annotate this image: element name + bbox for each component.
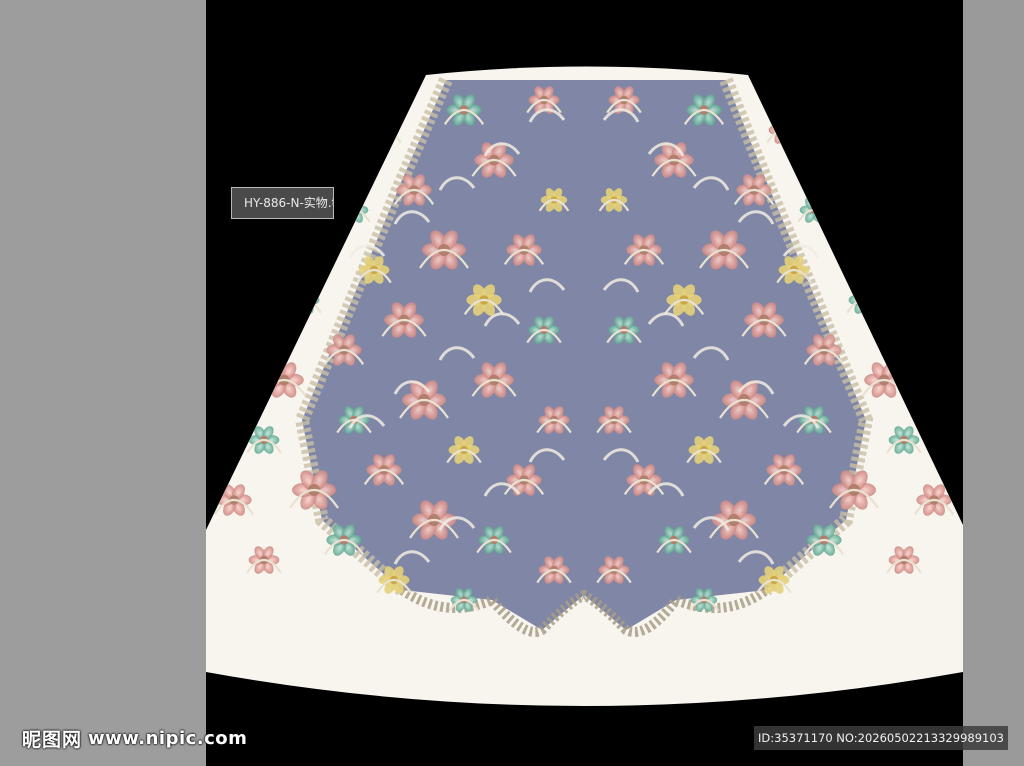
site-watermark: 昵图网 www.nipic.com [22, 724, 247, 752]
right-workspace-panel [963, 0, 1024, 766]
floral-motif [948, 458, 963, 482]
floral-motif [206, 458, 220, 482]
floral-motif [928, 398, 960, 422]
skirt-pattern-artwork [206, 66, 963, 706]
floral-motif [238, 308, 270, 332]
site-name: 昵图网 [22, 728, 83, 751]
floral-motif [208, 398, 240, 422]
document-canvas[interactable] [206, 0, 963, 766]
file-name-tooltip: HY-886-N-实物.ti [231, 187, 334, 219]
floral-motif [818, 138, 850, 162]
floral-motif [318, 138, 350, 162]
site-url: www.nipic.com [88, 727, 248, 749]
image-id-watermark: ID:35371170 NO:20260502213329989103 [754, 726, 1008, 750]
floral-motif [868, 208, 900, 232]
floral-motif [898, 308, 930, 332]
left-workspace-panel [0, 0, 206, 766]
